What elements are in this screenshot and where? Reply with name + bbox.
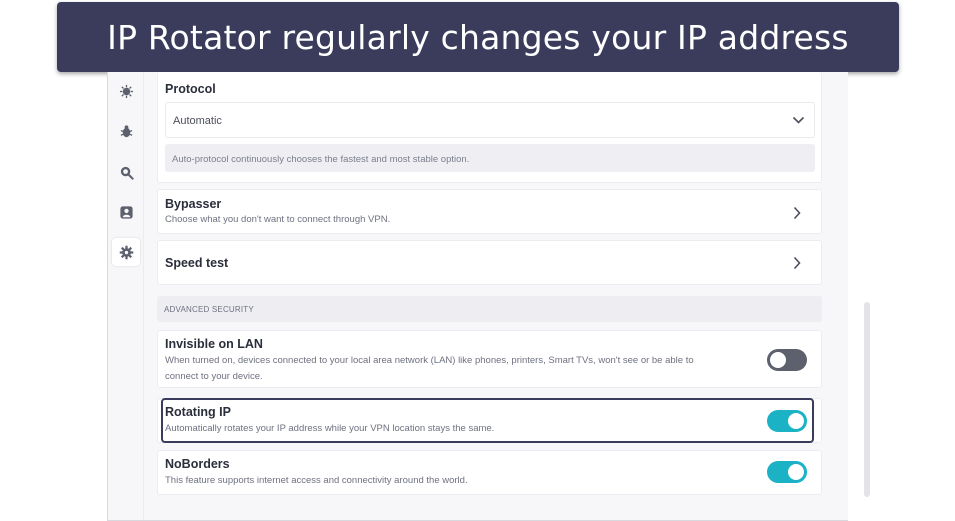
- noborders-toggle[interactable]: [767, 461, 807, 483]
- chevron-right-icon: [793, 256, 801, 270]
- protocol-title: Protocol: [165, 82, 216, 96]
- invisible-on-lan-subtitle: When turned on, devices connected to you…: [165, 353, 694, 384]
- speed-test-title: Speed test: [165, 256, 229, 270]
- magnify-icon[interactable]: [114, 160, 138, 184]
- invisible-on-lan-subtitle-line-2: connect to your device.: [165, 370, 263, 382]
- protocol-dropdown[interactable]: Automatic: [165, 102, 815, 138]
- virus-icon[interactable]: [114, 79, 138, 103]
- settings-content: Protocol Automatic Auto-protocol continu…: [144, 72, 870, 520]
- invisible-on-lan-title: Invisible on LAN: [165, 337, 263, 351]
- scrollbar[interactable]: [864, 302, 870, 497]
- speed-test-row[interactable]: Speed test: [157, 240, 822, 285]
- gear-icon[interactable]: [112, 238, 140, 266]
- advanced-security-label: ADVANCED SECURITY: [164, 305, 254, 314]
- protocol-hint: Auto-protocol continuously chooses the f…: [165, 144, 815, 172]
- profile-icon[interactable]: [114, 200, 138, 224]
- invisible-on-lan-row: Invisible on LAN When turned on, devices…: [157, 330, 822, 388]
- chevron-right-icon: [793, 206, 801, 220]
- bypasser-title: Bypasser: [165, 197, 222, 211]
- caption-banner: IP Rotator regularly changes your IP add…: [57, 2, 899, 72]
- rotating-ip-highlight: [161, 398, 814, 443]
- noborders-subtitle: This feature supports internet access an…: [165, 475, 468, 486]
- toggle-knob: [770, 352, 786, 368]
- invisible-on-lan-subtitle-line-1: When turned on, devices connected to you…: [165, 355, 694, 366]
- noborders-row: NoBorders This feature supports internet…: [157, 450, 822, 495]
- protocol-hint-text: Auto-protocol continuously chooses the f…: [172, 154, 470, 165]
- bypasser-subtitle: Choose what you don't want to connect th…: [165, 214, 391, 225]
- sidebar: [108, 72, 144, 520]
- app-window: Protocol Automatic Auto-protocol continu…: [107, 72, 870, 521]
- chevron-down-icon: [792, 116, 805, 124]
- noborders-title: NoBorders: [165, 457, 230, 471]
- banner-title: IP Rotator regularly changes your IP add…: [107, 17, 849, 57]
- protocol-card: Protocol Automatic Auto-protocol continu…: [157, 72, 822, 183]
- invisible-on-lan-toggle[interactable]: [767, 349, 807, 371]
- toggle-knob: [788, 464, 804, 480]
- protocol-selected-value: Automatic: [173, 115, 222, 127]
- bug-icon[interactable]: [114, 119, 138, 143]
- bypasser-row[interactable]: Bypasser Choose what you don't want to c…: [157, 189, 822, 234]
- advanced-security-header: ADVANCED SECURITY: [157, 296, 822, 322]
